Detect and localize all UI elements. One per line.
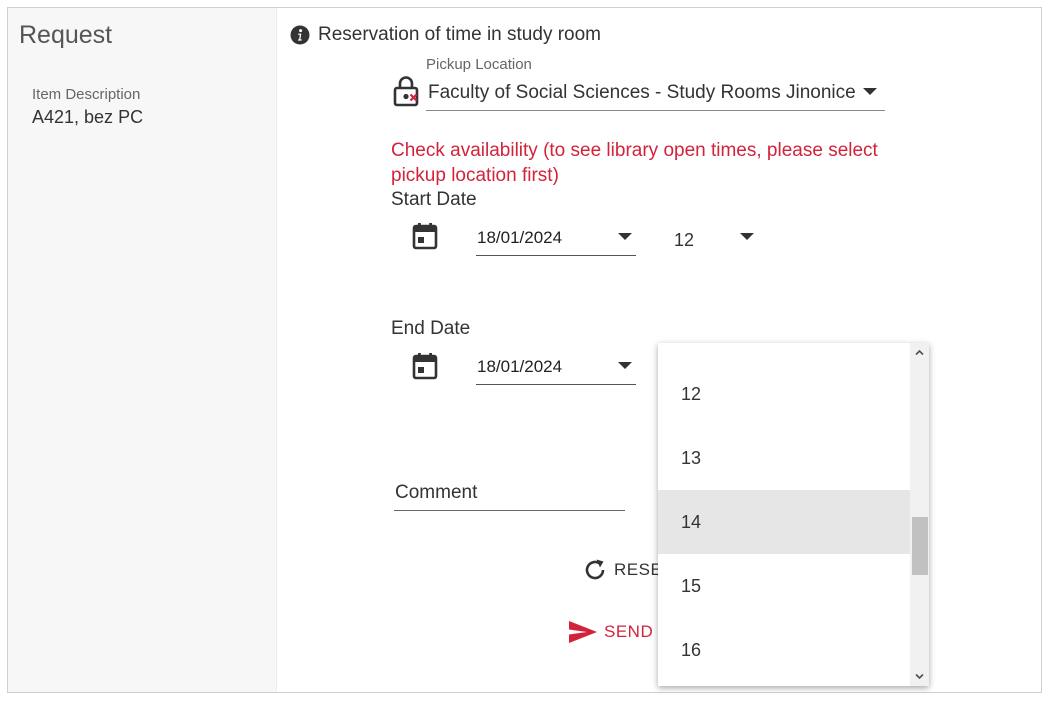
lock-icon — [393, 76, 419, 107]
refresh-icon — [585, 559, 605, 580]
reset-button[interactable]: RESE — [582, 555, 662, 585]
availability-warning: Check availability (to see library open … — [391, 140, 878, 186]
dropdown-scrollbar[interactable] — [910, 343, 929, 686]
hour-options-list: 12 13 14 15 16 — [658, 362, 910, 682]
send-button[interactable]: SEND — [568, 617, 653, 647]
chevron-down-icon — [618, 233, 632, 240]
start-hour-select[interactable]: 12 — [666, 222, 756, 256]
comment-input[interactable]: Comment — [394, 480, 625, 511]
chevron-down-icon[interactable] — [913, 670, 926, 683]
chevron-down-icon — [863, 88, 877, 95]
chevron-up-icon[interactable] — [913, 346, 926, 359]
start-hour-value: 12 — [674, 230, 695, 250]
hour-option[interactable]: 13 — [658, 426, 910, 490]
comment-label: Comment — [395, 482, 478, 503]
end-date-input[interactable]: 18/01/2024 — [476, 351, 636, 385]
start-date-input[interactable]: 18/01/2024 — [476, 222, 636, 256]
sidebar: Request Item Description A421, bez PC — [8, 8, 277, 692]
hour-dropdown[interactable]: 12 13 14 15 16 — [658, 343, 929, 686]
start-date-label: Start Date — [391, 189, 477, 210]
start-date-value: 18/01/2024 — [477, 228, 563, 247]
chevron-down-icon — [618, 362, 632, 369]
calendar-icon[interactable] — [412, 222, 438, 250]
end-date-label: End Date — [391, 318, 471, 339]
hour-option[interactable]: 15 — [658, 554, 910, 618]
sidebar-title: Request — [19, 21, 113, 49]
hour-option[interactable]: 12 — [658, 362, 910, 426]
scrollbar-thumb[interactable] — [912, 517, 928, 575]
pickup-location-value: Faculty of Social Sciences - Study Rooms… — [428, 82, 856, 103]
pickup-location-label: Pickup Location — [426, 56, 532, 73]
hour-option-highlighted[interactable]: 14 — [658, 490, 910, 554]
form-title: Reservation of time in study room — [318, 24, 602, 45]
chevron-down-icon — [740, 233, 754, 240]
item-description-value: A421, bez PC — [32, 107, 144, 127]
calendar-icon[interactable] — [412, 352, 438, 380]
end-date-value: 18/01/2024 — [477, 357, 563, 376]
info-icon — [290, 25, 310, 45]
reset-label: RESE — [614, 560, 663, 579]
send-label: SEND — [604, 622, 654, 641]
send-icon — [569, 621, 597, 643]
hour-option[interactable]: 16 — [658, 618, 910, 682]
pickup-location-select[interactable]: Faculty of Social Sciences - Study Rooms… — [426, 78, 885, 111]
item-description-label: Item Description — [32, 86, 141, 103]
